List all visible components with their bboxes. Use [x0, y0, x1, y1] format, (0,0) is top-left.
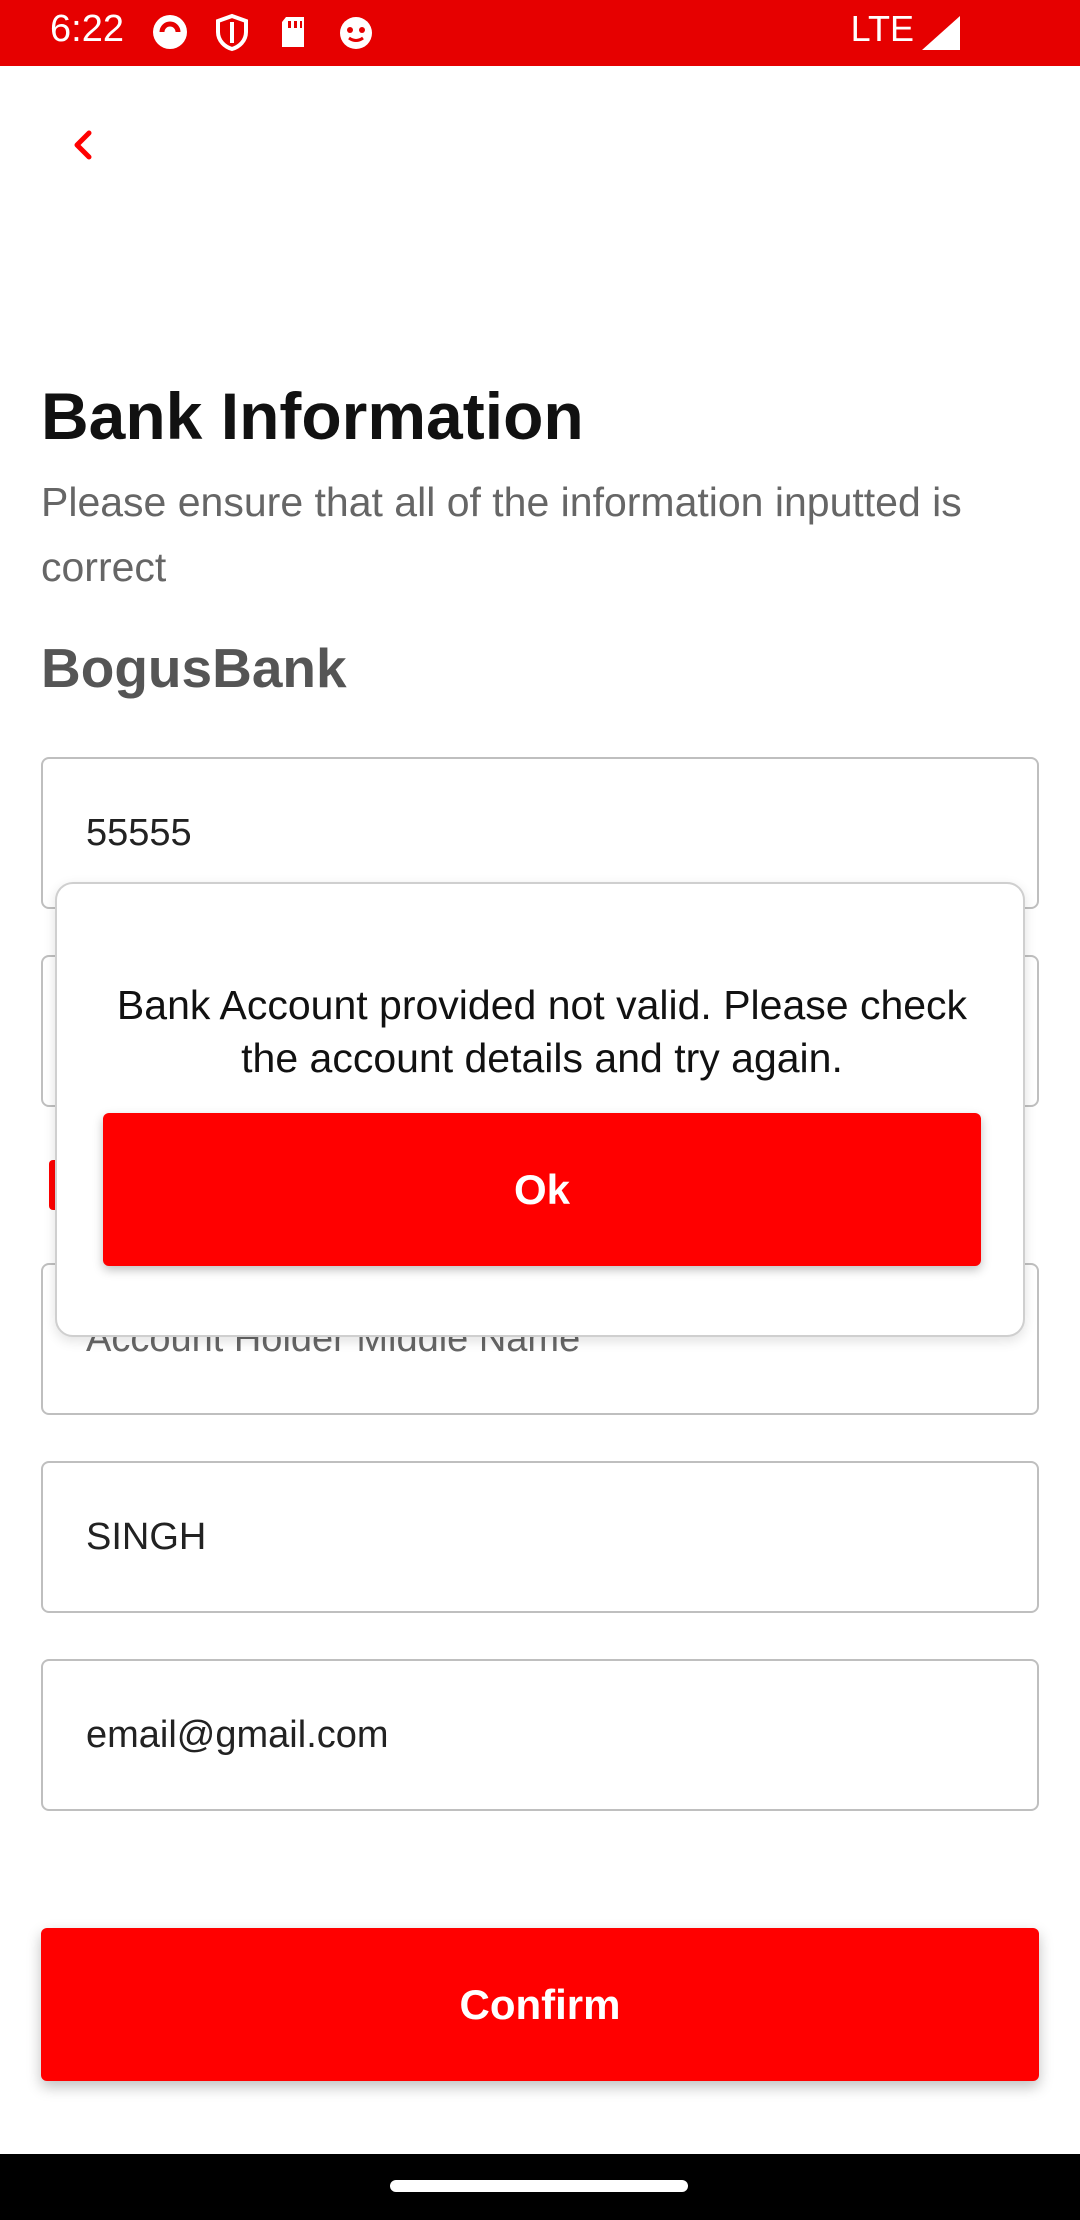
ok-button[interactable]: Ok — [103, 1113, 981, 1266]
bank-name: BogusBank — [41, 637, 347, 699]
network-label: LTE — [850, 8, 914, 49]
chevron-left-icon — [74, 130, 92, 160]
last-name-value: SINGH — [86, 1515, 207, 1558]
confirm-button[interactable]: Confirm — [41, 1928, 1039, 2081]
email-value: email@gmail.com — [86, 1713, 389, 1756]
screen: 6:22 LTE Bank Information Please ensure … — [0, 0, 1080, 2220]
page-title: Bank Information — [41, 379, 584, 453]
dialog-message: Bank Account provided not valid. Please … — [116, 982, 968, 1081]
app-icon-2 — [336, 12, 376, 52]
page-subtitle: Please ensure that all of the informatio… — [41, 479, 962, 590]
error-dialog: Bank Account provided not valid. Please … — [55, 882, 1025, 1337]
home-handle[interactable] — [390, 2180, 688, 2192]
last-name-field[interactable]: SINGH — [41, 1461, 1039, 1613]
signal-icon — [920, 14, 962, 57]
email-field[interactable]: email@gmail.com — [41, 1659, 1039, 1811]
shield-icon — [212, 12, 252, 52]
back-button[interactable] — [52, 115, 112, 175]
account-number-value: 55555 — [86, 811, 192, 854]
status-icons — [150, 12, 376, 52]
sd-card-icon — [274, 12, 314, 52]
status-bar: 6:22 LTE — [0, 0, 1080, 66]
app-icon-1 — [150, 12, 190, 52]
status-time: 6:22 — [50, 8, 124, 50]
